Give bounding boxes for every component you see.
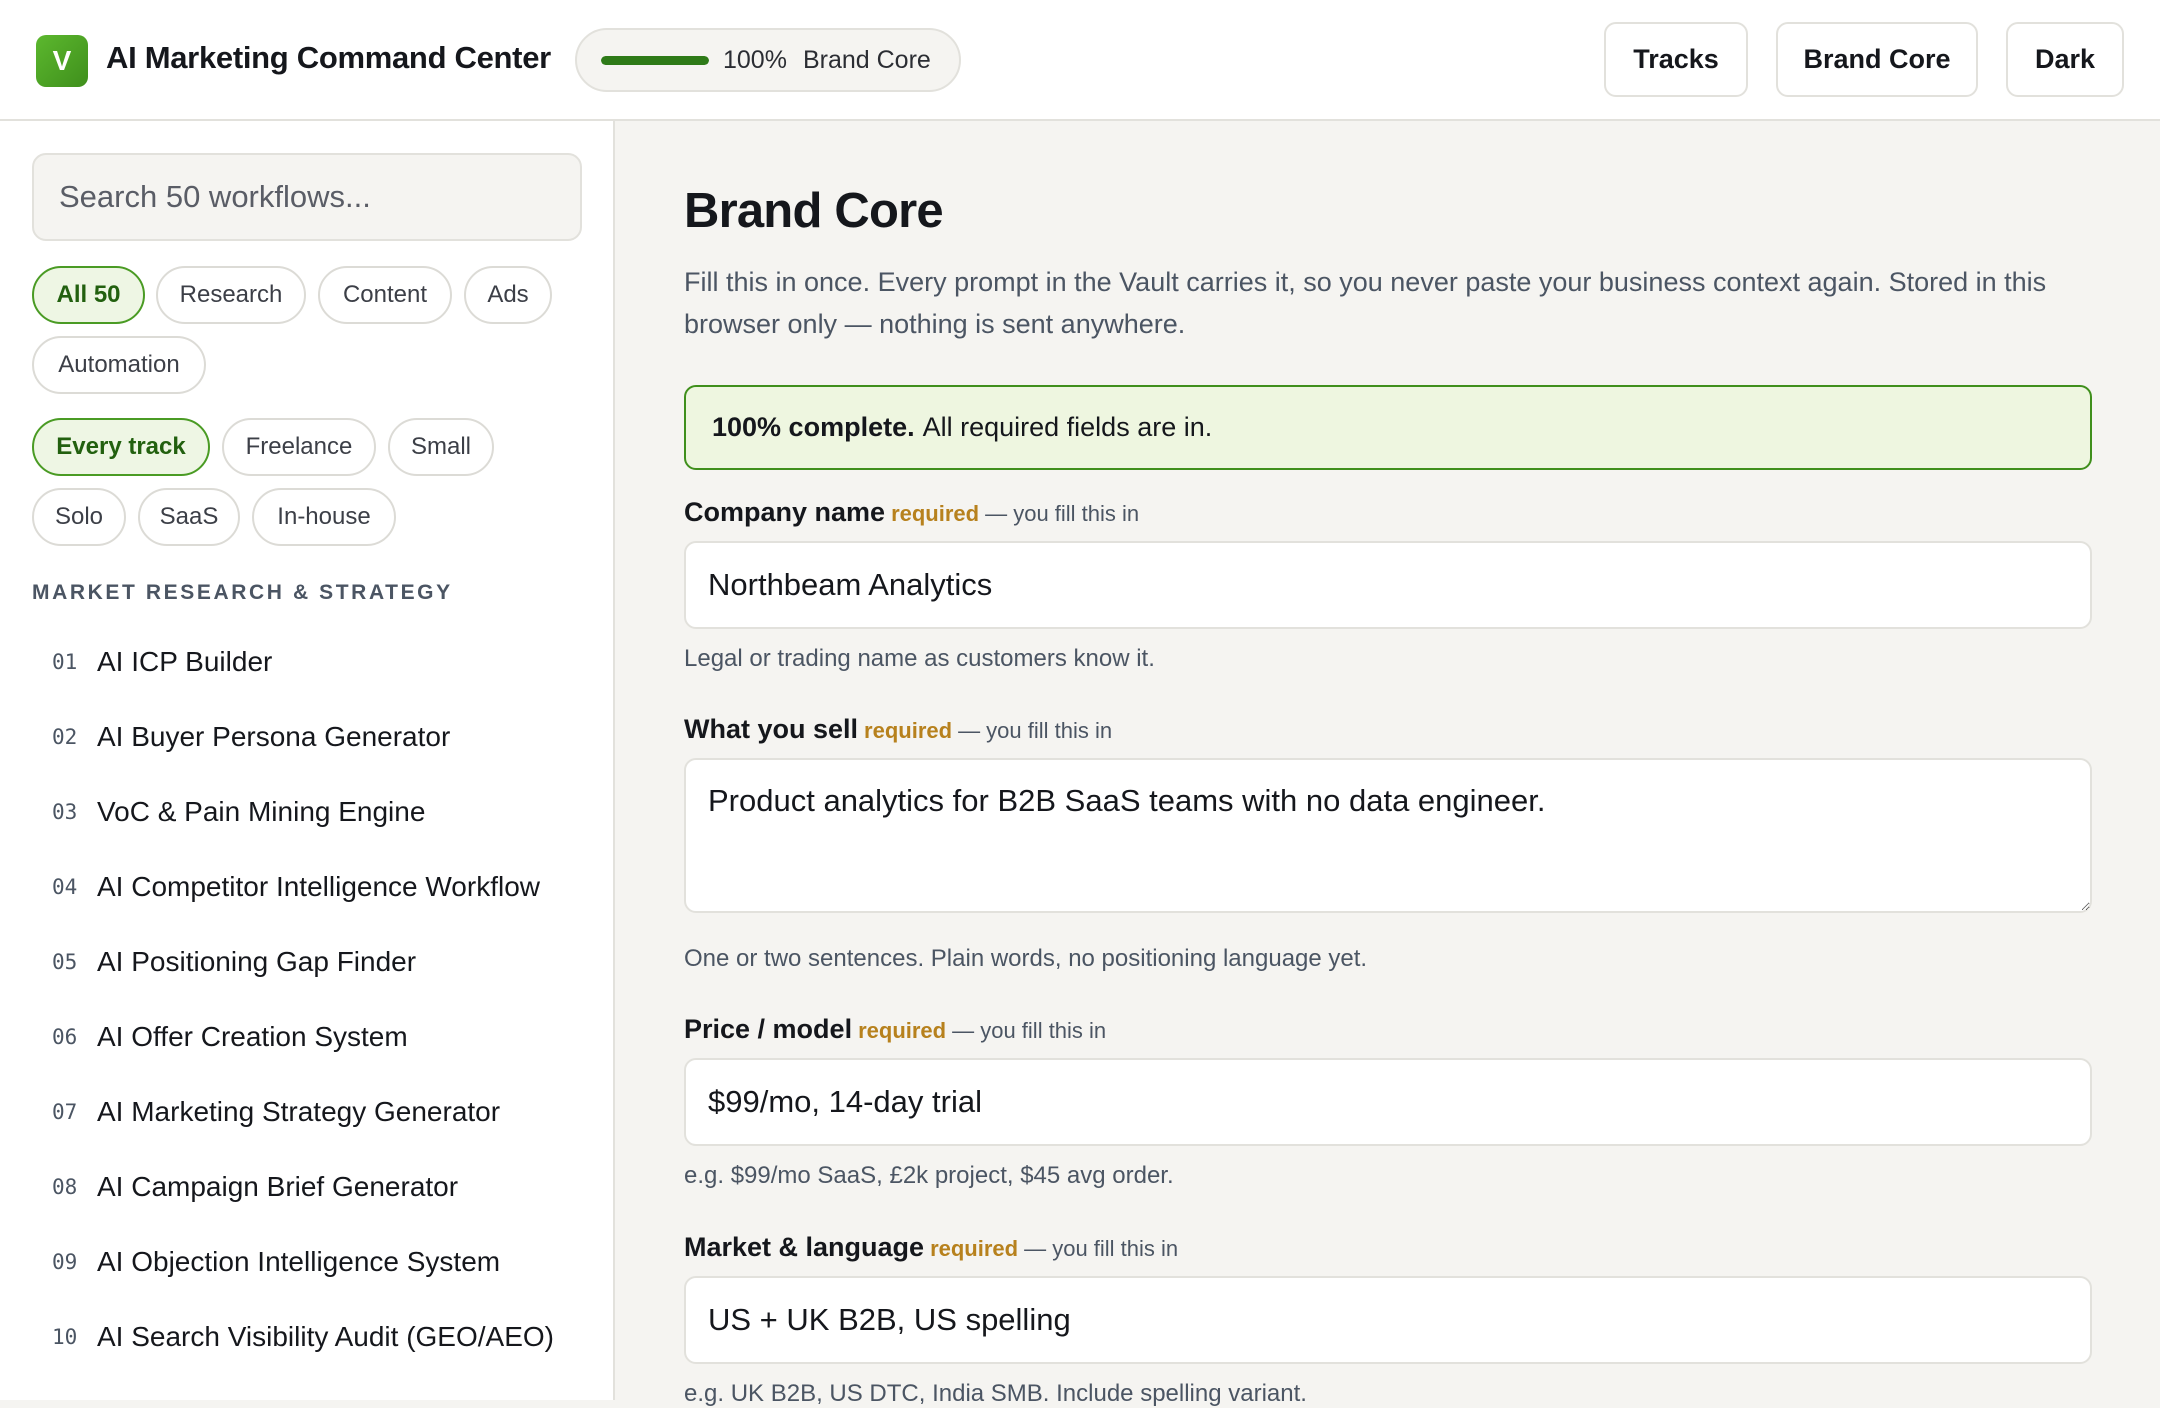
field-label-price-model: Price / model required — you fill this in xyxy=(684,1014,1106,1045)
workflow-item[interactable]: 05 AI Positioning Gap Finder xyxy=(32,932,592,992)
workflow-number: 01 xyxy=(52,650,78,674)
workflow-name: AI Search Visibility Audit (GEO/AEO) xyxy=(97,1321,554,1352)
company-name-input[interactable] xyxy=(684,541,2092,629)
section-title-market-research: MARKET RESEARCH & STRATEGY xyxy=(32,581,453,604)
workflow-name: AI Buyer Persona Generator xyxy=(97,721,451,752)
chip-ads[interactable]: Ads xyxy=(464,266,552,324)
fill-note: — you fill this in xyxy=(952,1018,1107,1043)
workflow-number: 10 xyxy=(52,1325,78,1349)
workflow-name: VoC & Pain Mining Engine xyxy=(97,796,426,827)
field-label-market-language: Market & language required — you fill this… xyxy=(684,1232,1178,1263)
workflow-name: AI Competitor Intelligence Workflow xyxy=(97,871,540,902)
chip-automation[interactable]: Automation xyxy=(32,336,206,394)
brand-core-button[interactable]: Brand Core xyxy=(1776,22,1978,97)
required-badge: required xyxy=(864,718,953,743)
workflow-item[interactable]: 02 AI Buyer Persona Generator xyxy=(32,707,592,767)
field-label-company-name: Company name required — you fill this in xyxy=(684,497,1139,528)
chip-small[interactable]: Small xyxy=(388,418,494,476)
workflow-name: AI Positioning Gap Finder xyxy=(97,946,417,977)
page-title: Brand Core xyxy=(684,184,944,238)
workflow-number: 09 xyxy=(52,1250,78,1274)
workflow-number: 05 xyxy=(52,950,78,974)
tracks-button[interactable]: Tracks xyxy=(1604,22,1748,97)
chip-every-track[interactable]: Every track xyxy=(32,418,210,476)
workflow-number: 07 xyxy=(52,1100,78,1124)
required-badge: required xyxy=(858,1018,947,1043)
workflow-name: AI Objection Intelligence System xyxy=(97,1246,501,1277)
workflow-item[interactable]: 03 VoC & Pain Mining Engine xyxy=(32,782,592,842)
field-label-what-you-sell: What you sell required — you fill this in xyxy=(684,714,1112,745)
completion-banner-text: All required fields are in. xyxy=(922,412,1213,442)
top-header: V AI Marketing Command Center 100% Brand… xyxy=(0,0,2160,121)
field-help-price-model: e.g. $99/mo SaaS, £2k project, $45 avg o… xyxy=(684,1162,1174,1189)
chip-research[interactable]: Research xyxy=(156,266,306,324)
market-language-input[interactable] xyxy=(684,1276,2092,1364)
chip-all[interactable]: All 50 xyxy=(32,266,145,324)
completion-banner: 100% complete. All required fields are i… xyxy=(684,385,2092,470)
field-label-text: What you sell xyxy=(684,714,859,744)
field-help-market-language: e.g. UK B2B, US DTC, India SMB. Include … xyxy=(684,1380,1307,1407)
required-badge: required xyxy=(930,1236,1019,1261)
app-logo: V xyxy=(36,35,88,87)
sidebar: All 50 Research Content Ads Automation E… xyxy=(0,121,615,1400)
brand-core-progress[interactable]: 100% Brand Core xyxy=(575,28,961,92)
workflow-name: AI ICP Builder xyxy=(97,646,273,677)
progress-bar-fill xyxy=(601,55,709,65)
chip-solo[interactable]: Solo xyxy=(32,488,126,546)
price-model-input[interactable] xyxy=(684,1058,2092,1146)
chip-in-house[interactable]: In-house xyxy=(252,488,396,546)
progress-label: Brand Core xyxy=(802,45,931,74)
field-label-text: Market & language xyxy=(684,1232,925,1262)
workflow-search-input[interactable] xyxy=(32,153,582,241)
field-label-text: Company name xyxy=(684,497,886,527)
chip-freelance[interactable]: Freelance xyxy=(222,418,376,476)
workflow-item[interactable]: 06 AI Offer Creation System xyxy=(32,1007,592,1067)
workflow-item[interactable]: 07 AI Marketing Strategy Generator xyxy=(32,1082,592,1142)
workflow-name: AI Marketing Strategy Generator xyxy=(97,1096,501,1127)
workflow-number: 03 xyxy=(52,800,78,824)
app-title: AI Marketing Command Center xyxy=(106,40,551,75)
page-description: Fill this in once. Every prompt in the V… xyxy=(684,267,2047,339)
workflow-number: 02 xyxy=(52,725,78,749)
workflow-name: AI Campaign Brief Generator xyxy=(97,1171,459,1202)
chip-saas[interactable]: SaaS xyxy=(138,488,240,546)
main-content: Brand Core Fill this in once. Every prom… xyxy=(617,121,2160,1407)
fill-note: — you fill this in xyxy=(958,718,1113,743)
field-help-what-you-sell: One or two sentences. Plain words, no po… xyxy=(684,945,1368,972)
field-help-company-name: Legal or trading name as customers know … xyxy=(684,645,1155,672)
required-badge: required xyxy=(891,501,980,526)
fill-note: — you fill this in xyxy=(1024,1236,1179,1261)
workflow-item[interactable]: 01 AI ICP Builder xyxy=(32,632,592,692)
workflow-item[interactable]: 10 AI Search Visibility Audit (GEO/AEO) xyxy=(32,1307,592,1367)
workflow-number: 06 xyxy=(52,1025,78,1049)
completion-banner-bold: 100% complete. xyxy=(712,412,915,442)
progress-percent: 100% xyxy=(723,45,787,74)
chip-content[interactable]: Content xyxy=(318,266,452,324)
workflow-item[interactable]: 08 AI Campaign Brief Generator xyxy=(32,1157,592,1217)
workflow-item[interactable]: 04 AI Competitor Intelligence Workflow xyxy=(32,857,592,917)
workflow-number: 04 xyxy=(52,875,78,899)
what-you-sell-textarea[interactable]: Product analytics for B2B SaaS teams wit… xyxy=(684,758,2092,913)
progress-bar xyxy=(601,55,709,65)
workflow-item[interactable]: 09 AI Objection Intelligence System xyxy=(32,1232,592,1292)
field-label-text: Price / model xyxy=(684,1014,853,1044)
workflow-number: 08 xyxy=(52,1175,78,1199)
workflow-name: AI Offer Creation System xyxy=(97,1021,408,1052)
dark-mode-button[interactable]: Dark xyxy=(2006,22,2124,97)
fill-note: — you fill this in xyxy=(985,501,1140,526)
